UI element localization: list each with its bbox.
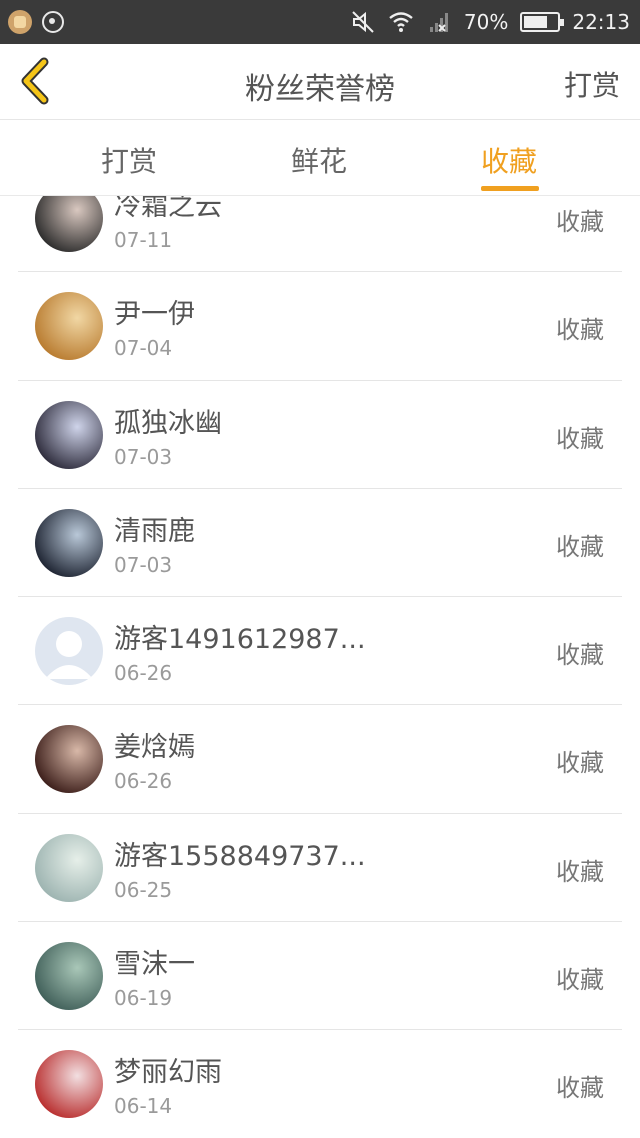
user-name: 游客1558849737... — [114, 840, 366, 872]
user-name: 尹一伊 — [114, 299, 195, 331]
action-label: 收藏 — [556, 641, 604, 670]
user-name: 清雨鹿 — [114, 515, 195, 547]
tab-favorites[interactable]: 收藏 — [481, 140, 537, 180]
music-notification-icon — [42, 11, 64, 33]
list-item[interactable]: 清雨鹿 07-03 收藏 — [18, 489, 622, 598]
battery-percent: 70% — [463, 10, 509, 34]
action-label: 收藏 — [556, 424, 604, 453]
action-label: 收藏 — [556, 532, 604, 561]
signal-icon — [429, 13, 448, 32]
avatar[interactable] — [35, 508, 103, 577]
action-label: 收藏 — [556, 208, 604, 236]
wifi-icon — [389, 12, 413, 32]
favorite-date: 06-26 — [114, 769, 173, 794]
app-header: 粉丝荣誉榜 打赏 — [0, 44, 640, 120]
list-item[interactable]: 梦丽幻雨 06-14 收藏 — [18, 1030, 622, 1138]
favorite-date: 07-03 — [114, 552, 173, 577]
active-tab-indicator — [481, 186, 539, 191]
reward-button[interactable]: 打赏 — [564, 64, 620, 104]
user-name: 雪沫一 — [114, 949, 195, 981]
notification-icons — [8, 10, 64, 34]
action-label: 收藏 — [556, 857, 604, 886]
user-name: 姜焓嫣 — [114, 732, 195, 764]
avatar[interactable] — [35, 292, 103, 361]
tab-bar: 打赏 鲜花 收藏 — [0, 120, 640, 196]
favorite-date: 06-25 — [114, 877, 173, 902]
user-name: 游客1491612987... — [114, 624, 366, 656]
avatar[interactable] — [35, 196, 103, 252]
avatar[interactable] — [35, 400, 103, 469]
favorite-date: 06-26 — [114, 661, 173, 686]
default-avatar-icon[interactable] — [35, 617, 103, 686]
list-item[interactable]: 姜焓嫣 06-26 收藏 — [18, 705, 622, 814]
action-label: 收藏 — [556, 1074, 604, 1103]
list-item[interactable]: 孤独冰幽 07-03 收藏 — [18, 381, 622, 489]
list-item[interactable]: 冷霜之云 07-11 收藏 — [18, 196, 622, 273]
action-label: 收藏 — [556, 966, 604, 995]
tab-flowers[interactable]: 鲜花 — [291, 140, 347, 180]
avatar[interactable] — [35, 833, 103, 902]
status-bar: 70% 22:13 — [0, 0, 640, 44]
user-name: 冷霜之云 — [114, 196, 222, 222]
list-item[interactable]: 尹一伊 07-04 收藏 — [18, 272, 622, 381]
avatar[interactable] — [35, 1050, 103, 1119]
favorite-date: 07-04 — [114, 336, 173, 361]
avatar[interactable] — [35, 942, 103, 1011]
page-title: 粉丝荣誉榜 — [245, 72, 395, 107]
action-label: 收藏 — [556, 749, 604, 778]
battery-icon — [520, 12, 565, 32]
fan-list[interactable]: 冷霜之云 07-11 收藏 尹一伊 07-04 收藏 孤独冰幽 07-03 收藏 清雨鹿 07-03… — [0, 196, 640, 1138]
tab-reward[interactable]: 打赏 — [101, 140, 157, 180]
avatar[interactable] — [35, 725, 103, 794]
list-item[interactable]: 雪沫一 06-19 收藏 — [18, 922, 622, 1031]
favorite-date: 07-11 — [114, 228, 173, 252]
list-item[interactable]: 游客1558849737... 06-25 收藏 — [18, 814, 622, 923]
user-name: 孤独冰幽 — [114, 407, 222, 439]
list-item[interactable]: 游客1491612987... 06-26 收藏 — [18, 597, 622, 706]
user-name: 梦丽幻雨 — [114, 1057, 222, 1089]
clock: 22:13 — [572, 10, 630, 34]
favorite-date: 06-14 — [114, 1094, 173, 1119]
app-notification-icon — [8, 10, 32, 34]
mute-icon — [352, 11, 374, 33]
favorite-date: 07-03 — [114, 444, 173, 469]
favorite-date: 06-19 — [114, 986, 173, 1011]
action-label: 收藏 — [556, 316, 604, 345]
